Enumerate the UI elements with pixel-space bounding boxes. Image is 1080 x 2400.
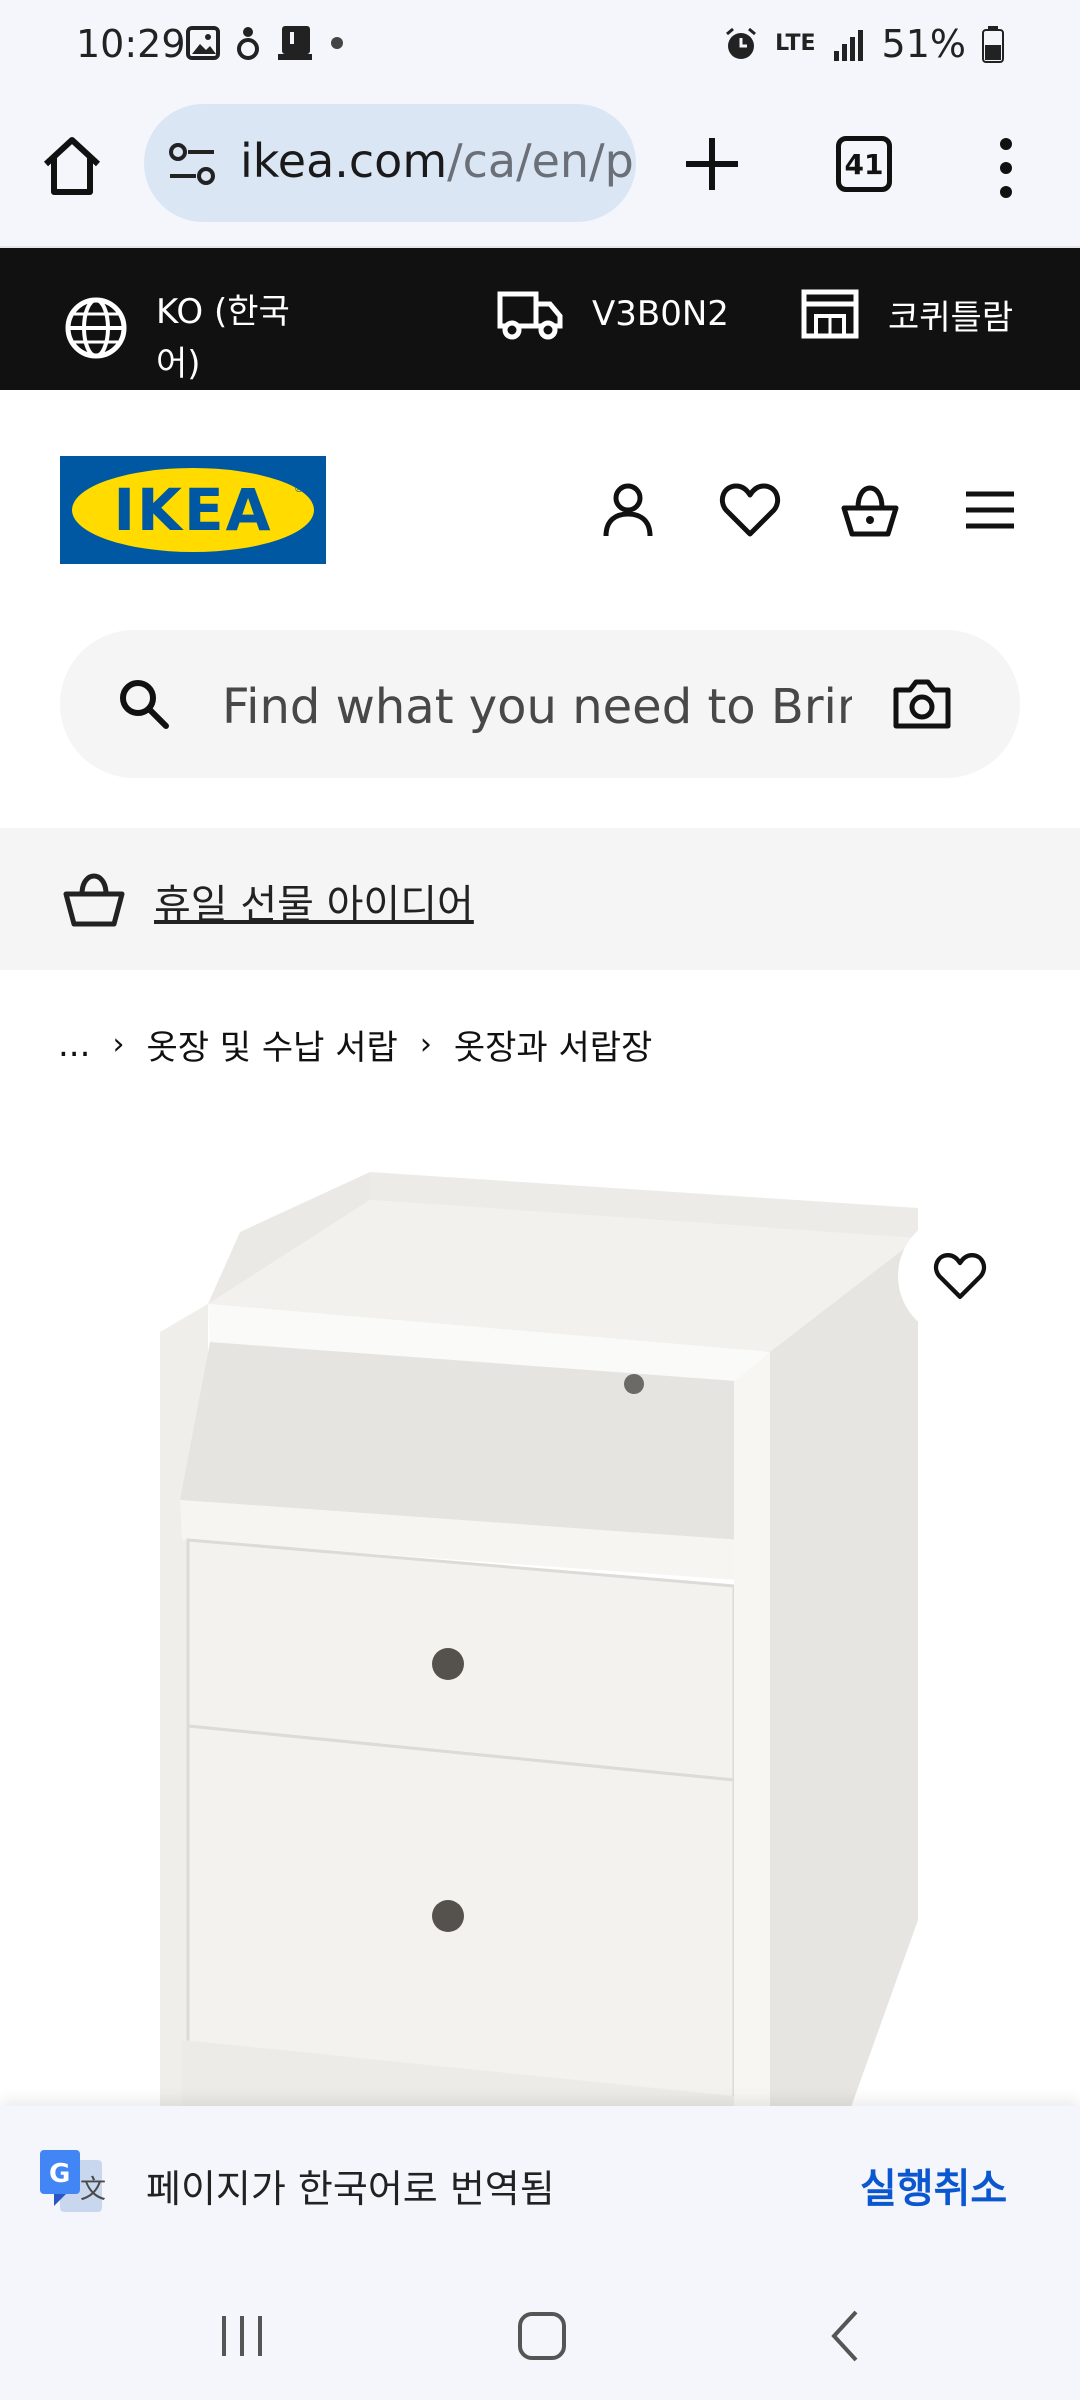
heart-icon[interactable] — [718, 478, 782, 542]
svg-text:G: G — [49, 2159, 70, 2189]
home-nav-icon[interactable] — [506, 2300, 578, 2372]
breadcrumb-ellipsis[interactable]: ... — [58, 1025, 90, 1065]
promo-banner[interactable]: 휴일 선물 아이디어 — [0, 828, 1080, 970]
status-right: LTE 51% — [723, 22, 1004, 66]
breadcrumb-item[interactable]: 옷장과 서랍장 — [454, 1020, 653, 1069]
language-label: KO (한국어) — [156, 292, 290, 384]
translate-icon: 文G — [40, 2150, 106, 2212]
tab-switcher-button[interactable]: 41 — [836, 136, 892, 192]
translate-message: 페이지가 한국어로 번역됨 — [146, 2167, 555, 2211]
logo-wordmark: IKEA — [113, 476, 273, 544]
system-nav-bar — [0, 2260, 1080, 2400]
favorite-button[interactable] — [898, 1214, 1022, 1338]
store-name: 코퀴틀람 — [888, 297, 1014, 338]
search-icon[interactable] — [116, 676, 172, 732]
chevron-right-icon: › — [112, 1027, 125, 1062]
site-settings-icon[interactable] — [168, 142, 216, 186]
book-icon — [278, 26, 312, 60]
basket-icon[interactable] — [838, 478, 902, 542]
address-bar[interactable]: ikea.com/ca/en/p/ — [144, 104, 636, 222]
globe-icon — [65, 297, 127, 359]
battery-icon — [982, 26, 1004, 63]
search-input[interactable] — [222, 672, 852, 742]
camera-icon[interactable] — [892, 676, 952, 732]
store-selector[interactable]: 코퀴틀람 — [800, 288, 1013, 340]
ikea-logo[interactable]: IKEA ® — [60, 456, 326, 564]
network-type: LTE — [775, 31, 816, 56]
translate-bar: 文G 페이지가 한국어로 번역됨 실행취소 — [0, 2106, 1080, 2260]
status-time: 10:29 — [76, 22, 186, 66]
back-icon[interactable] — [812, 2300, 884, 2372]
url-path: /ca/en/p/ — [447, 134, 636, 188]
url-domain: ikea.com — [240, 134, 448, 188]
logo-registered-mark: ® — [294, 484, 304, 495]
breadcrumb: ... › 옷장 및 수납 서랍 › 옷장과 서랍장 — [58, 1020, 652, 1069]
person-icon[interactable] — [596, 478, 660, 542]
heart-icon — [933, 1253, 987, 1299]
svg-text:文: 文 — [80, 2175, 106, 2205]
browser-toolbar: ikea.com/ca/en/p/ 41 — [0, 96, 1080, 248]
undo-translate-button[interactable]: 실행취소 — [860, 2156, 1007, 2214]
breadcrumb-item[interactable]: 옷장 및 수납 서랍 — [146, 1020, 397, 1069]
recent-apps-icon[interactable] — [206, 2300, 278, 2372]
more-vert-icon[interactable] — [986, 132, 1026, 204]
promo-link[interactable]: 휴일 선물 아이디어 — [154, 872, 474, 930]
store-icon — [801, 289, 859, 339]
app-notification-icon — [237, 27, 259, 60]
status-bar: 10:29 LTE 51% — [0, 0, 1080, 96]
chevron-right-icon: › — [419, 1027, 432, 1062]
home-icon[interactable] — [36, 130, 108, 202]
alarm-icon — [726, 27, 757, 59]
language-selector[interactable]: KO (한국어) — [64, 286, 316, 390]
plus-icon[interactable] — [680, 132, 744, 196]
hamburger-icon[interactable] — [958, 478, 1022, 542]
url-text[interactable]: ikea.com/ca/en/p/ — [240, 134, 636, 188]
delivery-postal-code[interactable]: V3B0N2 — [496, 288, 729, 340]
postal-code: V3B0N2 — [592, 294, 729, 334]
notification-icons — [186, 24, 344, 62]
signal-icon — [833, 30, 863, 61]
truck-icon — [497, 291, 563, 340]
dot-icon — [331, 37, 343, 49]
battery-level: 51% — [881, 22, 966, 66]
basket-icon — [63, 873, 125, 927]
gallery-icon — [186, 26, 220, 60]
ikea-top-bar: KO (한국어) V3B0N2 코퀴틀람 — [0, 248, 1080, 390]
